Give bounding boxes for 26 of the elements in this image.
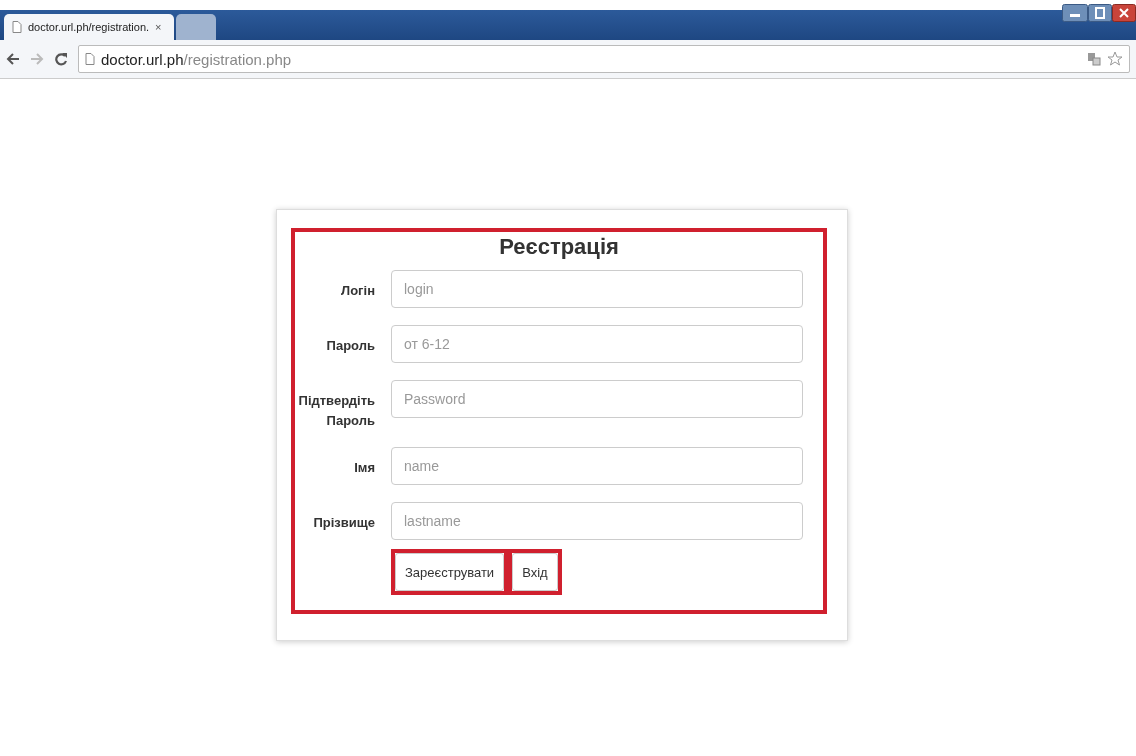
reload-icon[interactable] — [54, 52, 68, 66]
input-field[interactable]: от 6-12 — [391, 325, 803, 363]
input-field[interactable]: name — [391, 447, 803, 485]
browser-tab[interactable]: doctor.url.ph/registration. × — [4, 14, 174, 40]
field-label: Імя — [353, 459, 375, 477]
page-icon — [12, 21, 22, 33]
close-tab-button[interactable]: × — [155, 21, 162, 33]
star-icon[interactable] — [1107, 51, 1123, 67]
register-button[interactable]: Зареєструвати — [395, 553, 505, 591]
input-field[interactable]: login — [391, 270, 803, 308]
address-bar[interactable]: doctor.url.ph/registration.php — [78, 45, 1130, 73]
input-field[interactable]: Password — [391, 380, 803, 418]
translate-icon[interactable] — [1087, 52, 1101, 66]
field-label: Підтвердіть Пароль — [297, 392, 375, 430]
field-label: Пароль — [325, 337, 375, 355]
login-button[interactable]: Вхід — [512, 553, 558, 591]
minimize-icon[interactable] — [1062, 4, 1088, 22]
input-field[interactable]: lastname — [391, 502, 803, 540]
close-icon[interactable] — [1112, 4, 1136, 22]
back-icon[interactable] — [6, 52, 20, 66]
form-title: Реєстрація — [498, 234, 620, 260]
page-icon — [85, 53, 95, 65]
url-text: doctor.url.ph/registration.php — [101, 50, 292, 68]
maximize-icon[interactable] — [1088, 4, 1112, 22]
field-label: Прізвище — [312, 514, 375, 532]
field-label: Логін — [340, 282, 375, 300]
